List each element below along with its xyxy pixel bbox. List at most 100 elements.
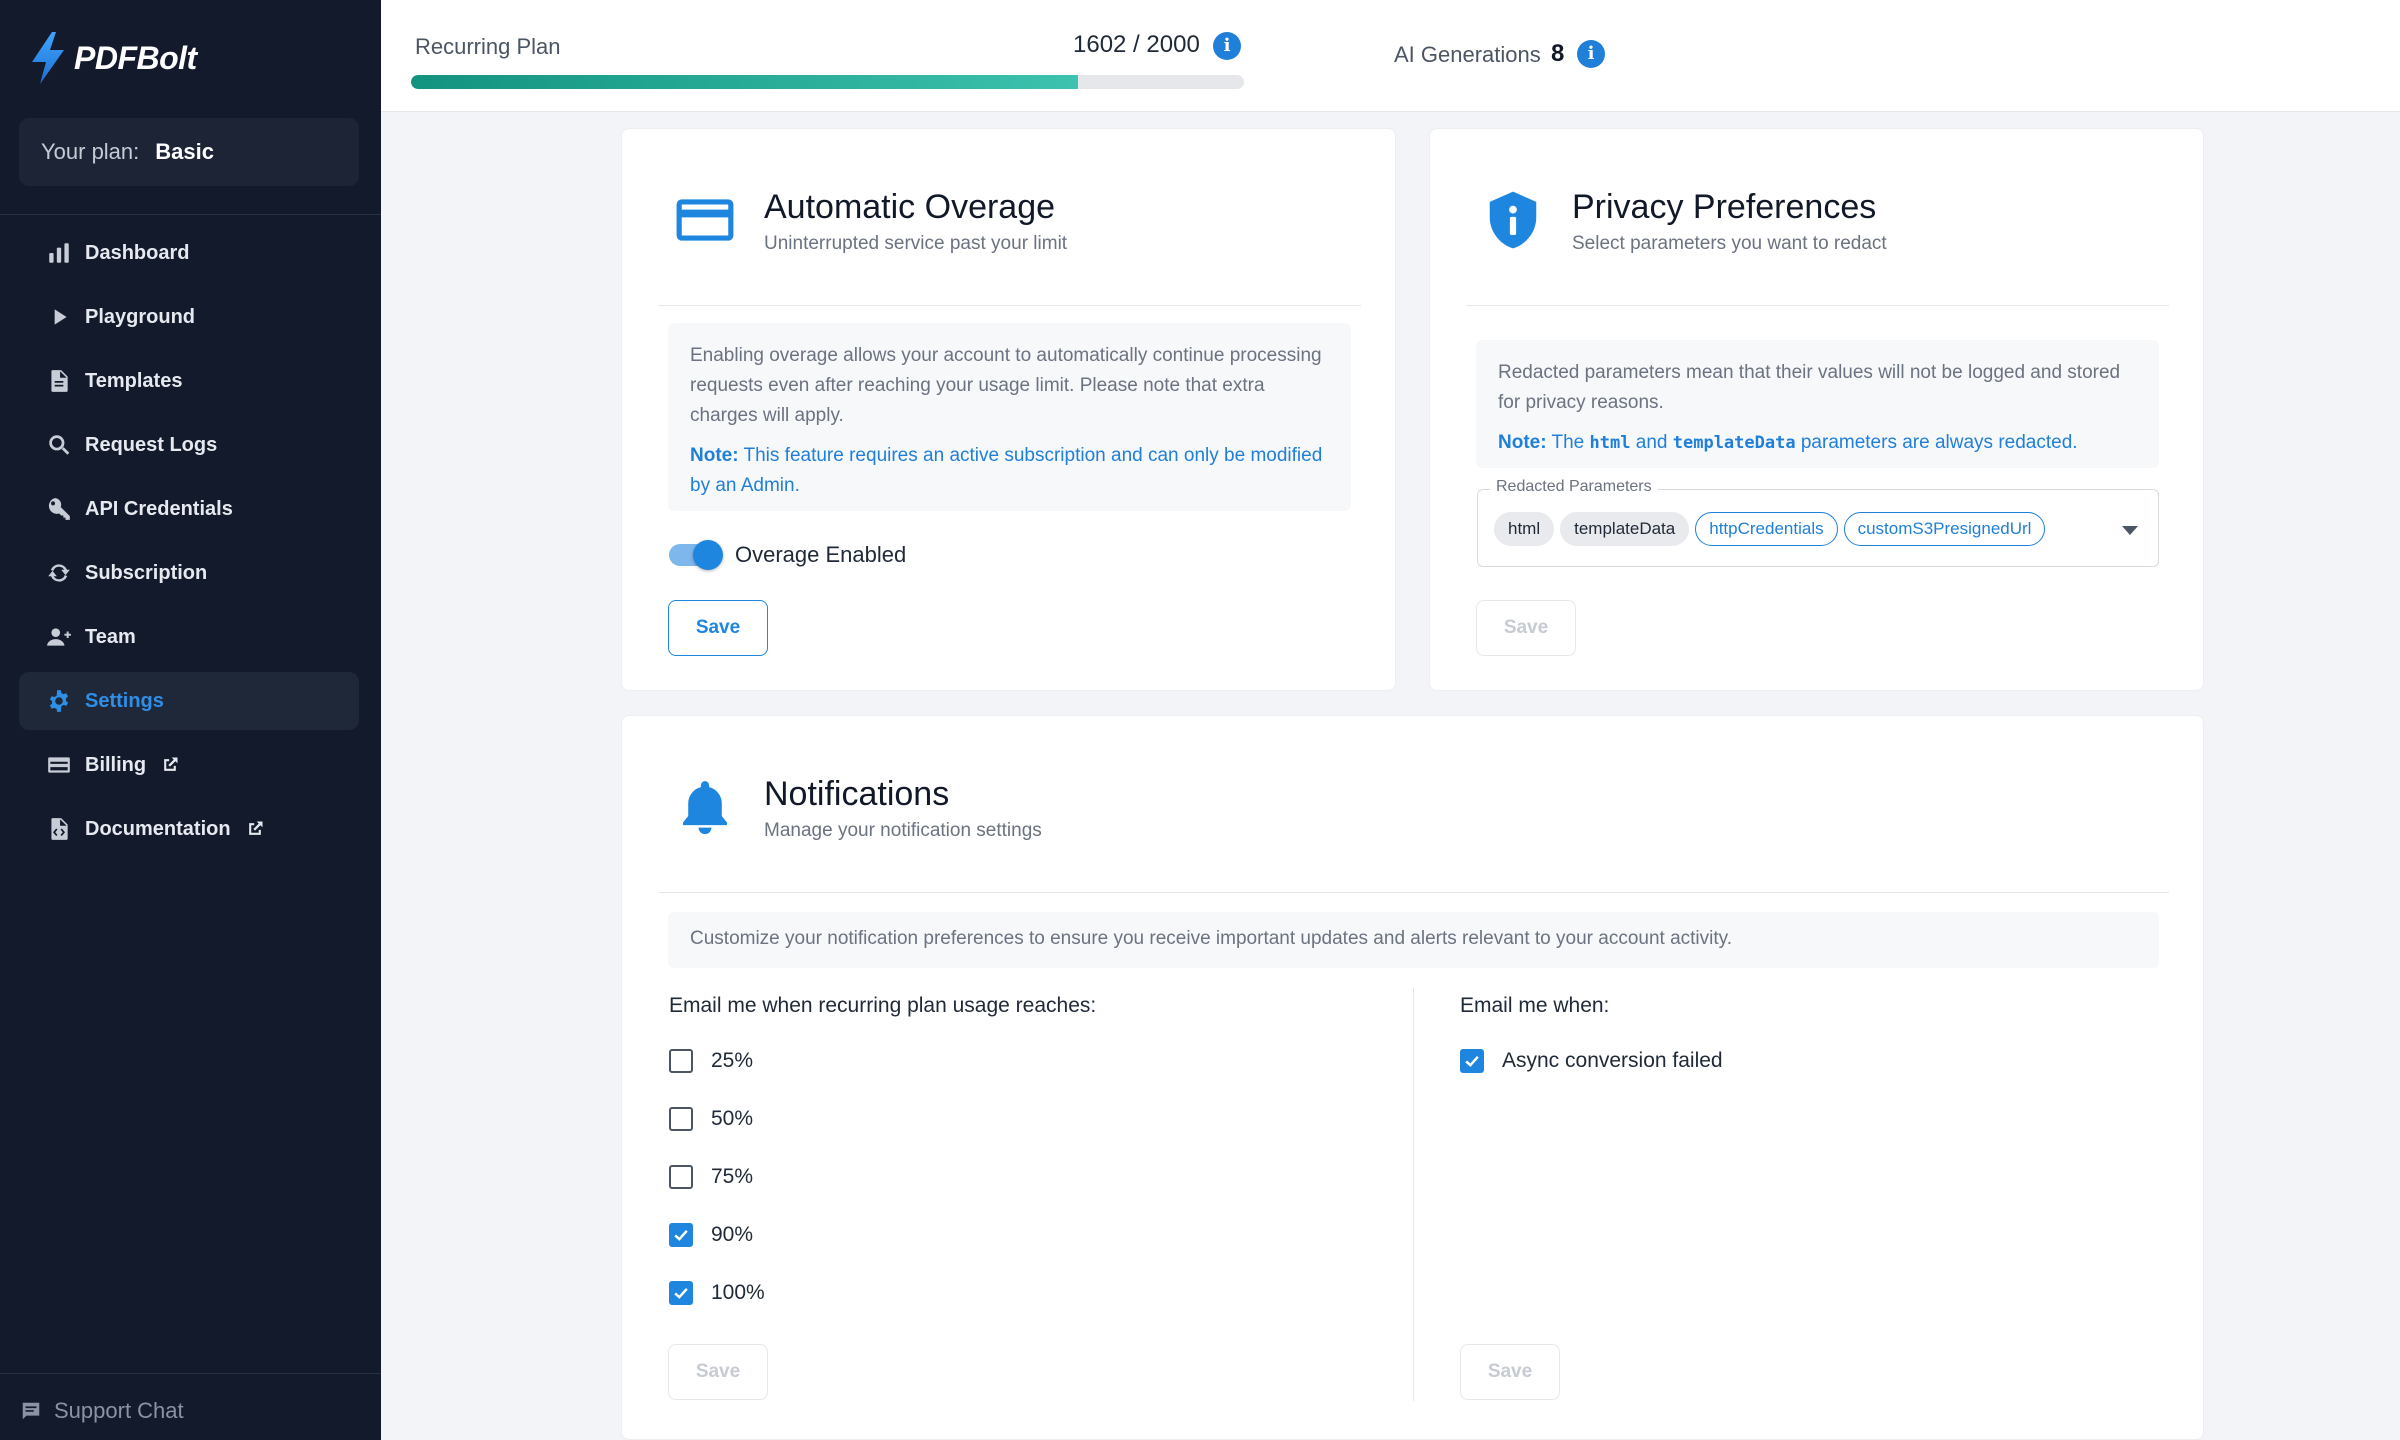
sidebar-item-team[interactable]: Team [19,608,359,666]
chip-http-credentials[interactable]: httpCredentials [1695,512,1838,546]
chat-icon [22,1402,40,1420]
notifications-description: Customize your notification preferences … [690,928,1733,949]
team-icon [45,623,73,651]
chip-custom-s3-presigned-url[interactable]: customS3PresignedUrl [1843,512,2046,546]
checkbox-box[interactable] [1460,1049,1484,1073]
checkbox-label: 100% [711,1281,765,1304]
recurring-plan-label: Recurring Plan [415,34,561,59]
redacted-params-label: Redacted Parameters [1490,478,1658,496]
sidebar-item-api-credentials[interactable]: API Credentials [19,480,359,538]
overage-info-box: Enabling overage allows your account to … [668,323,1351,511]
code-file-icon [45,815,73,843]
code-html: html [1589,433,1631,453]
notifications-subtitle: Manage your notification settings [764,820,1042,841]
overage-title: Automatic Overage [764,188,1056,226]
key-icon [45,495,73,523]
sidebar-item-billing[interactable]: Billing [19,736,359,794]
play-icon [45,303,73,331]
external-link-icon [160,755,180,775]
redacted-params-select[interactable]: Redacted Parameters html templateData ht… [1477,478,2159,567]
overage-toggle[interactable]: Overage Enabled [669,540,907,570]
notifications-card: Notifications Manage your notification s… [621,715,2204,1440]
privacy-header: Privacy Preferences Select parameters yo… [1480,187,1887,255]
note-post: parameters are always redacted. [1800,432,2078,453]
checkbox-25[interactable]: 25% [669,1049,753,1073]
sidebar-item-label: Team [85,625,136,648]
search-icon [45,431,73,459]
credit-card-icon [672,187,738,253]
chip-html: html [1494,512,1555,546]
usage-save-button[interactable]: Save [668,1344,768,1400]
brand-name: PDFBolt [74,39,197,76]
bolt-icon [32,32,64,84]
sidebar-item-label: Dashboard [85,241,190,264]
plan-value: Basic [155,139,214,164]
refresh-icon [45,559,73,587]
checkmark-icon [674,1229,688,1241]
sidebar-item-playground[interactable]: Playground [19,288,359,346]
sidebar-nav: Dashboard Playground Templates Request L… [19,224,359,864]
support-divider [0,1373,381,1374]
switch-knob [693,540,723,570]
sidebar-item-request-logs[interactable]: Request Logs [19,416,359,474]
usage-topbar: Recurring Plan 1602 / 2000 i AI Generati… [381,0,2400,112]
sidebar-item-label: Subscription [85,561,208,584]
privacy-save-button[interactable]: Save [1476,600,1576,656]
sidebar: PDFBolt Your plan: Basic Dashboard Playg… [0,0,381,1440]
notifications-header: Notifications Manage your notification s… [672,774,1042,842]
recurring-plan-progress [411,75,1244,89]
sidebar-item-documentation[interactable]: Documentation [19,800,359,858]
plan-label: Your plan: [41,139,140,164]
overage-header: Automatic Overage Uninterrupted service … [672,187,1067,255]
chevron-down-icon[interactable] [2122,526,2138,535]
checkbox-async-conversion-failed[interactable]: Async conversion failed [1460,1049,1723,1073]
privacy-title: Privacy Preferences [1572,188,1877,226]
gear-icon [45,687,73,715]
privacy-divider [1466,305,2169,306]
sidebar-item-label: Templates [85,369,183,392]
sidebar-item-subscription[interactable]: Subscription [19,544,359,602]
checkbox-box[interactable] [669,1223,693,1247]
overage-toggle-label: Overage Enabled [735,542,907,567]
checkbox-box[interactable] [669,1107,693,1131]
privacy-info-box: Redacted parameters mean that their valu… [1476,340,2159,468]
events-title: Email me when: [1460,994,1610,1017]
checkbox-50[interactable]: 50% [669,1107,753,1131]
checkbox-100[interactable]: 100% [669,1281,765,1305]
checkbox-box[interactable] [669,1281,693,1305]
chip-list: html templateData httpCredentials custom… [1494,512,2051,546]
ai-info-icon[interactable]: i [1577,40,1605,68]
recurring-info-icon[interactable]: i [1213,32,1241,60]
checkbox-label: 25% [711,1049,754,1072]
events-save-button[interactable]: Save [1460,1344,1560,1400]
checkbox-box[interactable] [669,1165,693,1189]
ai-generations-count: 8 [1551,40,1565,67]
note-text: This feature requires an active subscrip… [690,445,1323,496]
sidebar-item-templates[interactable]: Templates [19,352,359,410]
sidebar-item-dashboard[interactable]: Dashboard [19,224,359,282]
usage-threshold-title: Email me when recurring plan usage reach… [669,994,1097,1017]
support-chat-button[interactable]: Support Chat [20,1398,184,1424]
overage-card: Automatic Overage Uninterrupted service … [621,128,1396,691]
sidebar-item-settings[interactable]: Settings [19,672,359,730]
checkmark-icon [674,1287,688,1299]
privacy-note: Note: The html and templateData paramete… [1498,428,2137,458]
checkbox-90[interactable]: 90% [669,1223,753,1247]
document-icon [45,367,73,395]
ai-generations-label: AI Generations [1394,42,1541,67]
note-label: Note: [1498,432,1547,453]
overage-description: Enabling overage allows your account to … [690,345,1322,426]
overage-save-button[interactable]: Save [668,600,768,656]
brand-logo[interactable]: PDFBolt [28,30,197,86]
support-chat-label: Support Chat [54,1398,184,1423]
chip-template-data: templateData [1560,512,1690,546]
overage-switch[interactable] [669,540,723,570]
checkbox-box[interactable] [669,1049,693,1073]
bell-icon [672,774,738,840]
recurring-plan-progress-fill [411,75,1079,89]
checkbox-75[interactable]: 75% [669,1165,753,1189]
external-link-icon [245,819,265,839]
note-label: Note: [690,445,739,466]
privacy-card: Privacy Preferences Select parameters yo… [1429,128,2204,691]
code-template-data: templateData [1672,433,1796,453]
